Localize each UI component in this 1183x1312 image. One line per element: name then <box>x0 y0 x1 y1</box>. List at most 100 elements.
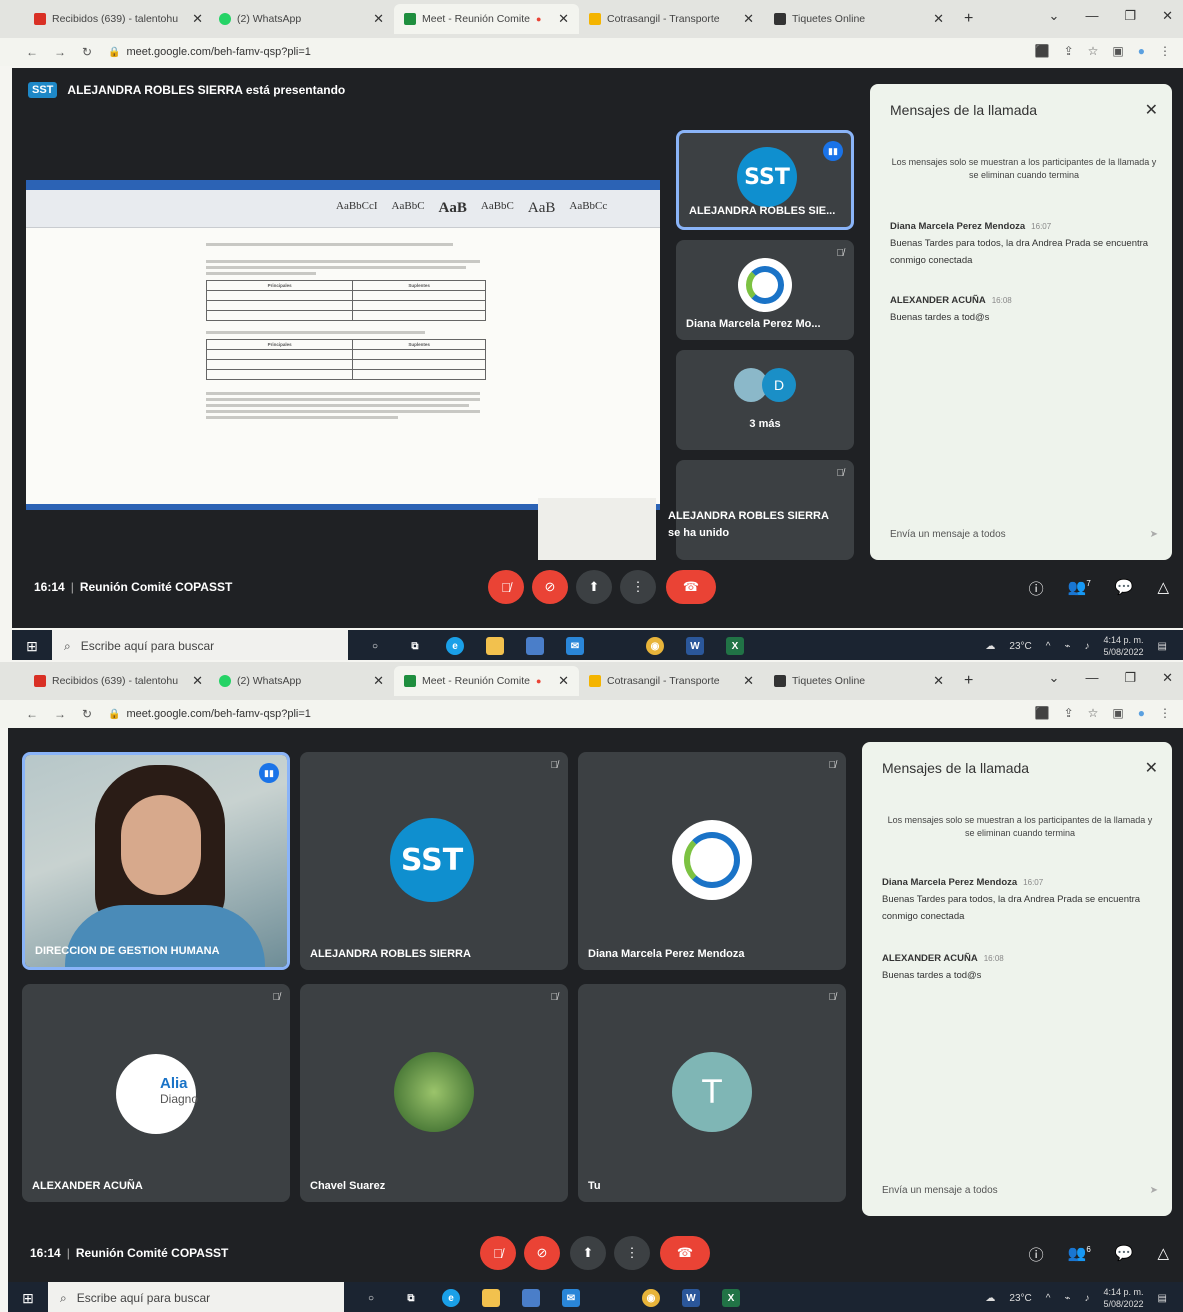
store-icon[interactable] <box>526 637 544 655</box>
network-icon[interactable]: ⌁ <box>1064 641 1070 652</box>
tab-meet[interactable]: Meet - Reunión Comite ● ✕ <box>394 4 579 34</box>
close-window-icon[interactable]: ✕ <box>1162 8 1173 24</box>
mail-icon[interactable]: ✉ <box>562 1289 580 1307</box>
leave-call-button[interactable]: ☎ <box>660 1236 710 1270</box>
tile-diana[interactable]: 🎙̸ Diana Marcela Perez Mendoza <box>578 752 846 970</box>
notifications-icon[interactable]: ▤ <box>1158 641 1167 652</box>
tile-chavel[interactable]: 🎙̸ Chavel Suarez <box>300 984 568 1202</box>
tab-whatsapp[interactable]: (2) WhatsApp ✕ <box>209 666 394 696</box>
minimize-icon[interactable]: — <box>1085 670 1098 686</box>
tile-presenter[interactable]: ▮▮ SST ALEJANDRA ROBLES SIE... <box>676 130 854 230</box>
info-icon[interactable]: ⓘ <box>1029 1244 1044 1265</box>
windows-start-icon[interactable]: ⊞ <box>8 1290 48 1307</box>
profile-avatar[interactable]: ● <box>1138 706 1145 720</box>
tile-gestion-humana[interactable]: ▮▮ DIRECCION DE GESTION HUMANA <box>22 752 290 970</box>
extension-icon[interactable]: ⬛ <box>1035 44 1050 58</box>
tab-tiquetes[interactable]: Tiquetes Online ✕ <box>764 4 954 34</box>
taskbar-search[interactable]: ⌕ Escribe aquí para buscar <box>52 630 348 660</box>
url-field[interactable]: 🔒 meet.google.com/beh-famv-qsp?pli=1 <box>108 708 311 720</box>
close-icon[interactable]: ✕ <box>735 673 754 689</box>
forward-icon[interactable]: → <box>54 707 66 721</box>
file-explorer-icon[interactable] <box>482 1289 500 1307</box>
back-icon[interactable]: ← <box>26 45 38 59</box>
forward-icon[interactable]: → <box>54 45 66 59</box>
close-chat-icon[interactable]: ✕ <box>1145 758 1158 778</box>
info-icon[interactable]: ⓘ <box>1029 578 1044 599</box>
menu-icon[interactable]: ⋮ <box>1159 706 1171 720</box>
volume-icon[interactable]: ♪ <box>1085 1293 1090 1304</box>
chrome-icon[interactable]: ◉ <box>646 637 664 655</box>
people-icon[interactable]: 👥6 <box>1068 1244 1091 1265</box>
mail-icon[interactable]: ✉ <box>566 637 584 655</box>
more-options-button[interactable]: ⋮ <box>620 570 656 604</box>
tray-chevron-icon[interactable]: ^ <box>1046 641 1051 652</box>
mic-toggle-button[interactable]: 🎙̸ <box>488 570 524 604</box>
close-icon[interactable]: ✕ <box>184 11 203 27</box>
chat-input[interactable]: Envía un mensaje a todos ➤ <box>890 529 1158 540</box>
tab-tiquetes[interactable]: Tiquetes Online ✕ <box>764 666 954 696</box>
chat-icon[interactable]: 💬 <box>1115 578 1134 599</box>
activities-icon[interactable]: △ <box>1157 578 1169 599</box>
close-window-icon[interactable]: ✕ <box>1162 670 1173 686</box>
send-icon[interactable]: ➤ <box>1150 1185 1158 1196</box>
notifications-icon[interactable]: ▤ <box>1158 1293 1167 1304</box>
store-icon[interactable] <box>522 1289 540 1307</box>
tab-meet[interactable]: Meet - Reunión Comite ● ✕ <box>394 666 579 696</box>
volume-icon[interactable]: ♪ <box>1085 641 1090 652</box>
clock[interactable]: 4:14 p. m. 5/08/2022 <box>1104 634 1144 658</box>
tile-self[interactable]: 🎙̸ T Tu <box>578 984 846 1202</box>
excel-icon[interactable]: X <box>722 1289 740 1307</box>
send-icon[interactable]: ➤ <box>1150 529 1158 540</box>
close-chat-icon[interactable]: ✕ <box>1145 100 1158 120</box>
network-icon[interactable]: ⌁ <box>1064 1293 1070 1304</box>
url-field[interactable]: 🔒 meet.google.com/beh-famv-qsp?pli=1 <box>108 46 311 58</box>
share-icon[interactable]: ⇪ <box>1064 706 1074 720</box>
tab-whatsapp[interactable]: (2) WhatsApp ✕ <box>209 4 394 34</box>
close-icon[interactable]: ✕ <box>184 673 203 689</box>
reload-icon[interactable]: ↻ <box>82 707 92 721</box>
close-icon[interactable]: ✕ <box>550 673 569 689</box>
chat-input[interactable]: Envía un mensaje a todos ➤ <box>882 1185 1158 1196</box>
new-tab-button[interactable]: + <box>954 10 983 28</box>
more-options-button[interactable]: ⋮ <box>614 1236 650 1270</box>
sidepanel-icon[interactable]: ▣ <box>1112 44 1123 58</box>
share-icon[interactable]: ⇪ <box>1064 44 1074 58</box>
tile-more-participants[interactable]: D 3 más <box>676 350 854 450</box>
taskbar-search[interactable]: ⌕ Escribe aquí para buscar <box>48 1282 344 1312</box>
tab-search-icon[interactable]: ⌄ <box>1049 8 1060 24</box>
cortana-icon[interactable]: ○ <box>366 637 384 655</box>
close-icon[interactable]: ✕ <box>550 11 569 27</box>
task-view-icon[interactable]: ⧉ <box>402 1289 420 1307</box>
tab-gmail[interactable]: Recibidos (639) - talentohu ✕ <box>24 666 209 696</box>
back-icon[interactable]: ← <box>26 707 38 721</box>
leave-call-button[interactable]: ☎ <box>666 570 716 604</box>
people-icon[interactable]: 👥7 <box>1068 578 1091 599</box>
excel-icon[interactable]: X <box>726 637 744 655</box>
word-icon[interactable]: W <box>682 1289 700 1307</box>
tile-alejandra[interactable]: 🎙̸ SST ALEJANDRA ROBLES SIERRA <box>300 752 568 970</box>
tab-cotrasangil[interactable]: Cotrasangil - Transporte ✕ <box>579 666 764 696</box>
tray-chevron-icon[interactable]: ^ <box>1046 1293 1051 1304</box>
edge-icon[interactable]: e <box>446 637 464 655</box>
clock[interactable]: 4:14 p. m. 5/08/2022 <box>1104 1286 1144 1310</box>
camera-toggle-button[interactable]: ⊘ <box>532 570 568 604</box>
close-icon[interactable]: ✕ <box>735 11 754 27</box>
restore-icon[interactable]: ❐ <box>1124 8 1136 24</box>
close-icon[interactable]: ✕ <box>365 11 384 27</box>
chrome-icon[interactable]: ◉ <box>642 1289 660 1307</box>
restore-icon[interactable]: ❐ <box>1124 670 1136 686</box>
edge-icon[interactable]: e <box>442 1289 460 1307</box>
tile-alexander[interactable]: 🎙̸ Alia Diagno ALEXANDER ACUÑA <box>22 984 290 1202</box>
bookmark-star-icon[interactable]: ☆ <box>1088 44 1099 58</box>
activities-icon[interactable]: △ <box>1157 1244 1169 1265</box>
file-explorer-icon[interactable] <box>486 637 504 655</box>
minimize-icon[interactable]: — <box>1085 8 1098 24</box>
close-icon[interactable]: ✕ <box>925 11 944 27</box>
extension-icon[interactable]: ⬛ <box>1035 706 1050 720</box>
chat-icon[interactable]: 💬 <box>1115 1244 1134 1265</box>
tab-cotrasangil[interactable]: Cotrasangil - Transporte ✕ <box>579 4 764 34</box>
close-icon[interactable]: ✕ <box>365 673 384 689</box>
tab-search-icon[interactable]: ⌄ <box>1049 670 1060 686</box>
menu-icon[interactable]: ⋮ <box>1159 44 1171 58</box>
bookmark-star-icon[interactable]: ☆ <box>1088 706 1099 720</box>
